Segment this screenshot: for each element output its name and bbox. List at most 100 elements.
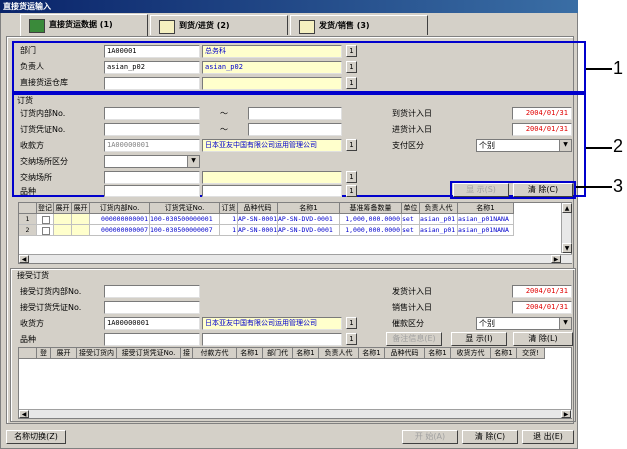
table-cell <box>54 225 72 236</box>
callout-line-3 <box>576 186 612 188</box>
column-header[interactable]: 登记 <box>37 203 54 214</box>
column-header[interactable]: 接 <box>181 348 193 359</box>
accept-item-code-input[interactable] <box>104 333 200 346</box>
purchase-plan-date-input[interactable]: 2004/01/31 <box>512 123 572 136</box>
column-header[interactable]: 基准筹备数量 <box>340 203 402 214</box>
ship-plan-date-input[interactable]: 2004/01/31 <box>512 285 572 298</box>
person-lookup-button[interactable]: 1 <box>346 61 357 73</box>
accept-grid-hscrollbar[interactable]: ◀ ▶ <box>19 409 572 418</box>
table-cell <box>72 225 90 236</box>
scroll-right-icon[interactable]: ▶ <box>561 410 571 418</box>
column-header[interactable]: 订货 <box>220 203 238 214</box>
order-internal-no-to-input[interactable] <box>248 107 342 120</box>
callout-line-2 <box>586 147 612 149</box>
window-title: 直接货运输入 <box>0 0 578 13</box>
column-header[interactable]: 部门代 <box>263 348 293 359</box>
order-clear-button[interactable]: 清 除(C) <box>513 183 573 197</box>
column-header[interactable]: 名称1 <box>278 203 340 214</box>
order-internal-no-from-input[interactable] <box>104 107 200 120</box>
order-grid-vscrollbar[interactable]: ▲ ▼ <box>561 203 572 253</box>
scroll-right-icon[interactable]: ▶ <box>551 255 561 263</box>
customer-code-input[interactable]: 1A00000001 <box>104 317 200 330</box>
column-header[interactable]: 展开 <box>72 203 90 214</box>
tab-shipping-sales[interactable]: 发货/销售 (3) <box>290 15 428 35</box>
column-header[interactable]: 展开 <box>51 348 77 359</box>
order-grid-body: 1 000000000001 100-030500000001 1 AP-SN-0001… <box>19 214 560 254</box>
column-header[interactable]: 品种代码 <box>385 348 425 359</box>
column-header[interactable]: 接受订货凭证No. <box>117 348 181 359</box>
item-lookup-button[interactable]: 1 <box>346 185 357 197</box>
accept-item-lookup-button[interactable]: 1 <box>346 333 357 345</box>
table-cell: asian_p01NANA <box>458 225 514 236</box>
column-header[interactable]: 付款方代 <box>193 348 237 359</box>
column-header[interactable]: 订货凭证No. <box>150 203 220 214</box>
table-row[interactable]: 1 000000000001 100-030500000001 1 AP-SN-0001… <box>19 214 560 225</box>
column-header[interactable]: 接受订货内 <box>77 348 117 359</box>
column-header[interactable] <box>19 348 37 359</box>
table-cell[interactable] <box>37 225 54 236</box>
accept-voucher-input[interactable] <box>104 301 200 314</box>
order-voucher-from-input[interactable] <box>104 123 200 136</box>
column-header[interactable]: 交货! <box>517 348 545 359</box>
column-header[interactable]: 负责人代 <box>420 203 458 214</box>
tab-direct-shipping-data[interactable]: 直接货运数据 (1) <box>20 14 148 36</box>
column-header[interactable]: 名称1 <box>237 348 263 359</box>
memo-info-button[interactable]: 备注信息(E) <box>386 332 442 346</box>
tab-arrival-purchase[interactable]: 到货/进货 (2) <box>150 15 288 35</box>
arrival-plan-date-input[interactable]: 2004/01/31 <box>512 107 572 120</box>
exit-button[interactable]: 退 出(E) <box>522 430 574 444</box>
register-checkbox[interactable] <box>42 227 50 235</box>
accept-internal-no-input[interactable] <box>104 285 200 298</box>
column-header[interactable]: 订货内部No. <box>90 203 150 214</box>
column-header[interactable]: 单位 <box>402 203 420 214</box>
person-code-input[interactable]: asian_p02 <box>104 61 200 74</box>
clear-button[interactable]: 清 除(C) <box>462 430 518 444</box>
column-header[interactable]: 名称1 <box>458 203 514 214</box>
scroll-down-icon[interactable]: ▼ <box>562 243 572 253</box>
place-lookup-button[interactable]: 1 <box>346 171 357 183</box>
warehouse-code-input[interactable] <box>104 77 200 90</box>
accept-clear-button[interactable]: 清 除(L) <box>513 332 573 346</box>
scroll-up-icon[interactable]: ▲ <box>562 203 572 213</box>
column-header[interactable]: 名称1 <box>425 348 451 359</box>
column-header[interactable]: 收货方代 <box>451 348 491 359</box>
register-checkbox[interactable] <box>42 216 50 224</box>
customer-lookup-button[interactable]: 1 <box>346 317 357 329</box>
receiver-code-input[interactable]: 1A00000001 <box>104 139 200 152</box>
place-code-input[interactable] <box>104 171 200 184</box>
table-cell[interactable] <box>37 214 54 225</box>
callout-label-2: 2 <box>613 136 624 156</box>
payment-type-select[interactable]: 个别 ▼ <box>476 139 572 152</box>
column-header[interactable]: 名称1 <box>491 348 517 359</box>
dept-lookup-button[interactable]: 1 <box>346 45 357 57</box>
scroll-left-icon[interactable]: ◀ <box>19 410 29 418</box>
column-header[interactable]: 名称1 <box>293 348 319 359</box>
collect-type-select[interactable]: 个别 ▼ <box>476 317 572 330</box>
column-header[interactable]: 负责人代 <box>319 348 359 359</box>
column-header[interactable]: 品种代码 <box>238 203 278 214</box>
table-cell: set <box>402 225 420 236</box>
scroll-left-icon[interactable]: ◀ <box>19 255 29 263</box>
table-row[interactable]: 2 000000000007 100-030500000007 1 AP-SN-0001… <box>19 225 560 236</box>
place-type-select[interactable]: ▼ <box>104 155 200 168</box>
warehouse-lookup-button[interactable]: 1 <box>346 77 357 89</box>
order-display-button[interactable]: 显 示(S) <box>453 183 509 197</box>
order-grid-hscrollbar[interactable]: ◀ ▶ <box>19 254 572 263</box>
accept-display-button[interactable]: 显 示(I) <box>451 332 507 346</box>
order-voucher-to-input[interactable] <box>248 123 342 136</box>
column-header[interactable]: 展开 <box>54 203 72 214</box>
column-header[interactable] <box>19 203 37 214</box>
column-header[interactable]: 登 <box>37 348 51 359</box>
dept-code-input[interactable]: 1A00001 <box>104 45 200 58</box>
customer-label: 收货方 <box>20 319 44 328</box>
column-header[interactable]: 名称1 <box>359 348 385 359</box>
receiver-lookup-button[interactable]: 1 <box>346 139 357 151</box>
name-switch-button[interactable]: 名称切换(Z) <box>6 430 66 444</box>
sales-plan-date-input[interactable]: 2004/01/31 <box>512 301 572 314</box>
person-label: 负责人 <box>20 62 44 71</box>
start-button[interactable]: 开 始(A) <box>402 430 458 444</box>
dept-name-field: 总务科 <box>202 45 342 58</box>
accept-item-name-field <box>202 333 342 346</box>
accept-item-label: 品种 <box>20 335 36 344</box>
item-code-input[interactable] <box>104 185 200 197</box>
